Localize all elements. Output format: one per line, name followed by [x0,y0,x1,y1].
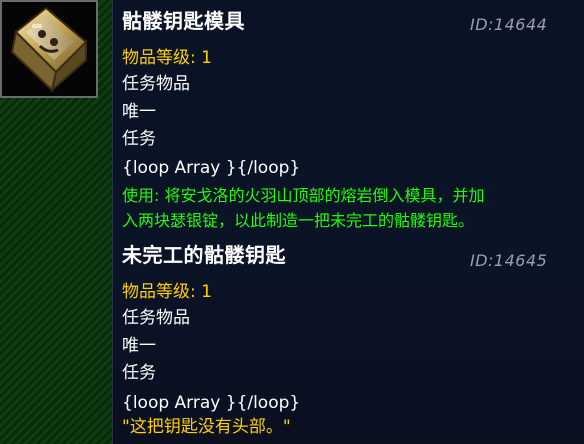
item-type: 任务物品 [122,308,190,328]
item-title: 骷髅钥匙模具 [122,9,245,33]
item-flavor-text: "这把钥匙没有头部。" [122,417,291,437]
item-level: 物品等级: 1 [122,282,212,302]
item-unique: 唯一 [122,336,156,356]
item-title: 未完工的骷髅钥匙 [122,243,286,267]
item-id: ID:14645 [470,251,548,270]
item-use-text-line2: 入两块瑟银锭，以此制造一把未完工的骷髅钥匙。 [122,211,475,230]
item-loop-text: {loop Array }{/loop} [122,393,301,413]
item-category: 任务 [122,129,156,149]
item-loop-text: {loop Array }{/loop} [122,158,301,178]
item-type: 任务物品 [122,74,190,94]
item-id: ID:14644 [470,15,548,34]
item-level: 物品等级: 1 [122,48,212,68]
item-unique: 唯一 [122,102,156,122]
item-category: 任务 [122,363,156,383]
item-use-text-line1: 使用: 将安戈洛的火羽山顶部的熔岩倒入模具，并加 [122,186,485,205]
skull-key-mold-icon[interactable] [0,0,98,98]
